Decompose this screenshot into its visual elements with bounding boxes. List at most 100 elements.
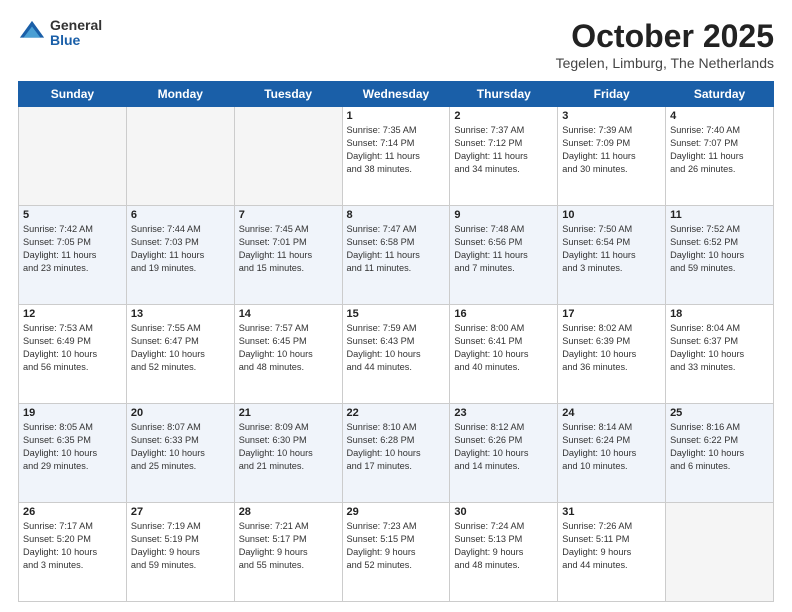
day-number: 25 (670, 407, 769, 419)
day-info: Sunrise: 7:39 AMSunset: 7:09 PMDaylight:… (562, 124, 661, 176)
logo: General Blue (18, 18, 102, 49)
cell-w2-d0: 5 Sunrise: 7:42 AMSunset: 7:05 PMDaylight… (19, 206, 127, 305)
cell-w5-d6 (666, 503, 774, 602)
day-info: Sunrise: 8:00 AMSunset: 6:41 PMDaylight:… (454, 322, 553, 374)
day-number: 11 (670, 209, 769, 221)
col-monday: Monday (126, 82, 234, 107)
day-number: 30 (454, 506, 553, 518)
day-info: Sunrise: 7:50 AMSunset: 6:54 PMDaylight:… (562, 223, 661, 275)
day-info: Sunrise: 7:35 AMSunset: 7:14 PMDaylight:… (347, 124, 446, 176)
day-number: 6 (131, 209, 230, 221)
week-row-3: 12Sunrise: 7:53 AMSunset: 6:49 PMDayligh… (19, 305, 774, 404)
day-number: 4 (670, 110, 769, 122)
day-info: Sunrise: 7:42 AMSunset: 7:05 PMDaylight:… (23, 223, 122, 275)
day-number: 23 (454, 407, 553, 419)
day-number: 1 (347, 110, 446, 122)
col-thursday: Thursday (450, 82, 558, 107)
day-info: Sunrise: 7:57 AMSunset: 6:45 PMDaylight:… (239, 322, 338, 374)
day-number: 28 (239, 506, 338, 518)
day-number: 17 (562, 308, 661, 320)
day-info: Sunrise: 7:26 AMSunset: 5:11 PMDaylight:… (562, 520, 661, 572)
cell-w5-d1: 27Sunrise: 7:19 AMSunset: 5:19 PMDayligh… (126, 503, 234, 602)
day-number: 15 (347, 308, 446, 320)
cell-w4-d0: 19 Sunrise: 8:05 AMSunset: 6:35 PMDayligh… (19, 404, 127, 503)
week-row-4: 19 Sunrise: 8:05 AMSunset: 6:35 PMDayligh… (19, 404, 774, 503)
day-info: Sunrise: 7:47 AMSunset: 6:58 PMDaylight:… (347, 223, 446, 275)
day-info: Sunrise: 8:02 AMSunset: 6:39 PMDaylight:… (562, 322, 661, 374)
logo-text: General Blue (50, 18, 102, 49)
cell-w1-d4: 2Sunrise: 7:37 AMSunset: 7:12 PMDaylight… (450, 107, 558, 206)
day-number: 10 (562, 209, 661, 221)
cell-w4-d3: 22 Sunrise: 8:10 AMSunset: 6:28 PMDayligh… (342, 404, 450, 503)
day-info: Sunrise: 7:45 AMSunset: 7:01 PMDaylight:… (239, 223, 338, 275)
day-number: 19 (23, 407, 122, 419)
col-friday: Friday (558, 82, 666, 107)
day-info: Sunrise: 7:19 AMSunset: 5:19 PMDaylight:… (131, 520, 230, 572)
cell-w5-d4: 30 Sunrise: 7:24 AMSunset: 5:13 PMDayligh… (450, 503, 558, 602)
cell-w1-d3: 1 Sunrise: 7:35 AMSunset: 7:14 PMDaylight… (342, 107, 450, 206)
cell-w4-d6: 25 Sunrise: 8:16 AMSunset: 6:22 PMDayligh… (666, 404, 774, 503)
day-number: 9 (454, 209, 553, 221)
day-number: 5 (23, 209, 122, 221)
calendar-header: Sunday Monday Tuesday Wednesday Thursday… (19, 82, 774, 107)
day-number: 2 (454, 110, 553, 122)
cell-w4-d4: 23 Sunrise: 8:12 AMSunset: 6:26 PMDayligh… (450, 404, 558, 503)
cell-w4-d1: 20Sunrise: 8:07 AMSunset: 6:33 PMDayligh… (126, 404, 234, 503)
week-row-1: 1 Sunrise: 7:35 AMSunset: 7:14 PMDaylight… (19, 107, 774, 206)
day-info: Sunrise: 7:55 AMSunset: 6:47 PMDaylight:… (131, 322, 230, 374)
day-info: Sunrise: 8:16 AMSunset: 6:22 PMDaylight:… (670, 421, 769, 473)
title-block: October 2025 Tegelen, Limburg, The Nethe… (556, 18, 774, 71)
day-number: 7 (239, 209, 338, 221)
cell-w5-d2: 28 Sunrise: 7:21 AMSunset: 5:17 PMDayligh… (234, 503, 342, 602)
day-info: Sunrise: 8:05 AMSunset: 6:35 PMDaylight:… (23, 421, 122, 473)
day-info: Sunrise: 8:12 AMSunset: 6:26 PMDaylight:… (454, 421, 553, 473)
cell-w3-d6: 18Sunrise: 8:04 AMSunset: 6:37 PMDayligh… (666, 305, 774, 404)
day-number: 29 (347, 506, 446, 518)
day-info: Sunrise: 7:21 AMSunset: 5:17 PMDaylight:… (239, 520, 338, 572)
cell-w1-d2 (234, 107, 342, 206)
cell-w1-d5: 3Sunrise: 7:39 AMSunset: 7:09 PMDaylight… (558, 107, 666, 206)
col-sunday: Sunday (19, 82, 127, 107)
day-info: Sunrise: 8:07 AMSunset: 6:33 PMDaylight:… (131, 421, 230, 473)
cell-w2-d6: 11 Sunrise: 7:52 AMSunset: 6:52 PMDayligh… (666, 206, 774, 305)
calendar-body: 1 Sunrise: 7:35 AMSunset: 7:14 PMDaylight… (19, 107, 774, 602)
day-number: 13 (131, 308, 230, 320)
cell-w3-d0: 12Sunrise: 7:53 AMSunset: 6:49 PMDayligh… (19, 305, 127, 404)
day-info: Sunrise: 8:14 AMSunset: 6:24 PMDaylight:… (562, 421, 661, 473)
day-number: 26 (23, 506, 122, 518)
week-row-2: 5 Sunrise: 7:42 AMSunset: 7:05 PMDaylight… (19, 206, 774, 305)
day-info: Sunrise: 7:52 AMSunset: 6:52 PMDaylight:… (670, 223, 769, 275)
col-saturday: Saturday (666, 82, 774, 107)
day-number: 31 (562, 506, 661, 518)
cell-w3-d4: 16Sunrise: 8:00 AMSunset: 6:41 PMDayligh… (450, 305, 558, 404)
day-info: Sunrise: 7:23 AMSunset: 5:15 PMDaylight:… (347, 520, 446, 572)
cell-w1-d6: 4 Sunrise: 7:40 AMSunset: 7:07 PMDaylight… (666, 107, 774, 206)
day-info: Sunrise: 8:09 AMSunset: 6:30 PMDaylight:… (239, 421, 338, 473)
day-number: 22 (347, 407, 446, 419)
day-info: Sunrise: 8:10 AMSunset: 6:28 PMDaylight:… (347, 421, 446, 473)
cell-w5-d5: 31 Sunrise: 7:26 AMSunset: 5:11 PMDayligh… (558, 503, 666, 602)
cell-w3-d3: 15 Sunrise: 7:59 AMSunset: 6:43 PMDayligh… (342, 305, 450, 404)
cell-w5-d0: 26 Sunrise: 7:17 AMSunset: 5:20 PMDayligh… (19, 503, 127, 602)
day-info: Sunrise: 7:24 AMSunset: 5:13 PMDaylight:… (454, 520, 553, 572)
day-number: 24 (562, 407, 661, 419)
day-number: 18 (670, 308, 769, 320)
header: General Blue October 2025 Tegelen, Limbu… (18, 18, 774, 71)
subtitle: Tegelen, Limburg, The Netherlands (556, 55, 774, 71)
logo-blue: Blue (50, 33, 102, 48)
cell-w2-d2: 7 Sunrise: 7:45 AMSunset: 7:01 PMDaylight… (234, 206, 342, 305)
cell-w1-d1 (126, 107, 234, 206)
logo-general: General (50, 18, 102, 33)
day-info: Sunrise: 7:44 AMSunset: 7:03 PMDaylight:… (131, 223, 230, 275)
cell-w3-d1: 13 Sunrise: 7:55 AMSunset: 6:47 PMDayligh… (126, 305, 234, 404)
cell-w3-d5: 17 Sunrise: 8:02 AMSunset: 6:39 PMDayligh… (558, 305, 666, 404)
cell-w4-d2: 21Sunrise: 8:09 AMSunset: 6:30 PMDayligh… (234, 404, 342, 503)
page: General Blue October 2025 Tegelen, Limbu… (0, 0, 792, 612)
cell-w1-d0 (19, 107, 127, 206)
day-info: Sunrise: 7:17 AMSunset: 5:20 PMDaylight:… (23, 520, 122, 572)
day-info: Sunrise: 7:40 AMSunset: 7:07 PMDaylight:… (670, 124, 769, 176)
day-number: 8 (347, 209, 446, 221)
day-info: Sunrise: 7:48 AMSunset: 6:56 PMDaylight:… (454, 223, 553, 275)
day-info: Sunrise: 7:59 AMSunset: 6:43 PMDaylight:… (347, 322, 446, 374)
cell-w2-d5: 10 Sunrise: 7:50 AMSunset: 6:54 PMDayligh… (558, 206, 666, 305)
